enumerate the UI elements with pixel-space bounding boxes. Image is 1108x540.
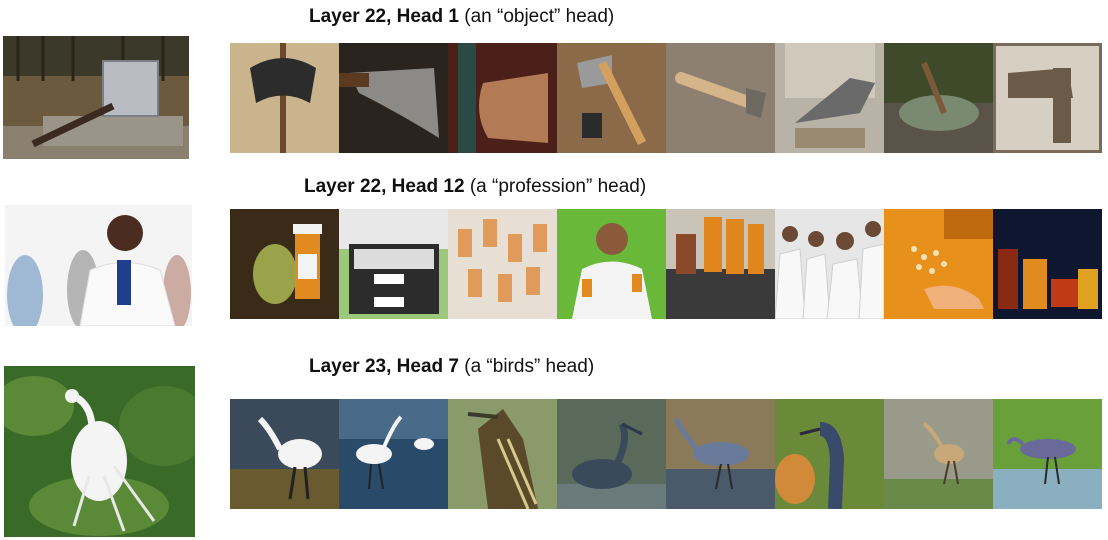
tile-pill-bottles <box>448 209 557 319</box>
row-title-rest: (a “birds” head) <box>458 356 595 377</box>
tile-hatchet <box>666 43 775 153</box>
tile-axe <box>448 43 557 153</box>
tile-strip-3 <box>230 399 1102 509</box>
tile-heron <box>884 399 993 509</box>
tile-pill-bottles <box>666 209 775 319</box>
row-title-3: Layer 23, Head 7 (a “birds” head) <box>309 356 594 378</box>
query-image-egret <box>4 366 195 537</box>
tile-hatchet <box>993 43 1102 153</box>
tile-strip-2 <box>230 209 1102 319</box>
row-title-bold: Layer 23, Head 7 <box>309 356 459 377</box>
tile-heron <box>557 399 666 509</box>
row-title-bold: Layer 22, Head 1 <box>309 6 459 27</box>
tile-papers <box>339 209 448 319</box>
row-title-1: Layer 22, Head 1 (an “object” head) <box>309 6 614 28</box>
tile-axe <box>339 43 448 153</box>
tile-strip-1 <box>230 43 1102 153</box>
tile-pill-bottle <box>230 209 339 319</box>
tile-egret <box>230 399 339 509</box>
tile-pill-bottles <box>993 209 1102 319</box>
row-title-rest: (an “object” head) <box>458 6 615 27</box>
tile-egret <box>339 399 448 509</box>
tile-cleaver <box>775 43 884 153</box>
row-title-rest: (a “profession” head) <box>464 176 647 197</box>
query-image-doctor <box>5 205 192 326</box>
tile-heron <box>775 399 884 509</box>
tile-doctor <box>557 209 666 319</box>
tile-pills <box>884 209 993 319</box>
tile-hatchet <box>557 43 666 153</box>
query-image-hammer <box>3 36 189 159</box>
row-title-bold: Layer 22, Head 12 <box>304 176 465 197</box>
tile-bittern <box>448 399 557 509</box>
tile-axe <box>230 43 339 153</box>
row-title-2: Layer 22, Head 12 (a “profession” head) <box>304 176 646 198</box>
tile-medical-team <box>775 209 884 319</box>
tile-hatchet <box>884 43 993 153</box>
tile-heron <box>993 399 1102 509</box>
tile-heron <box>666 399 775 509</box>
